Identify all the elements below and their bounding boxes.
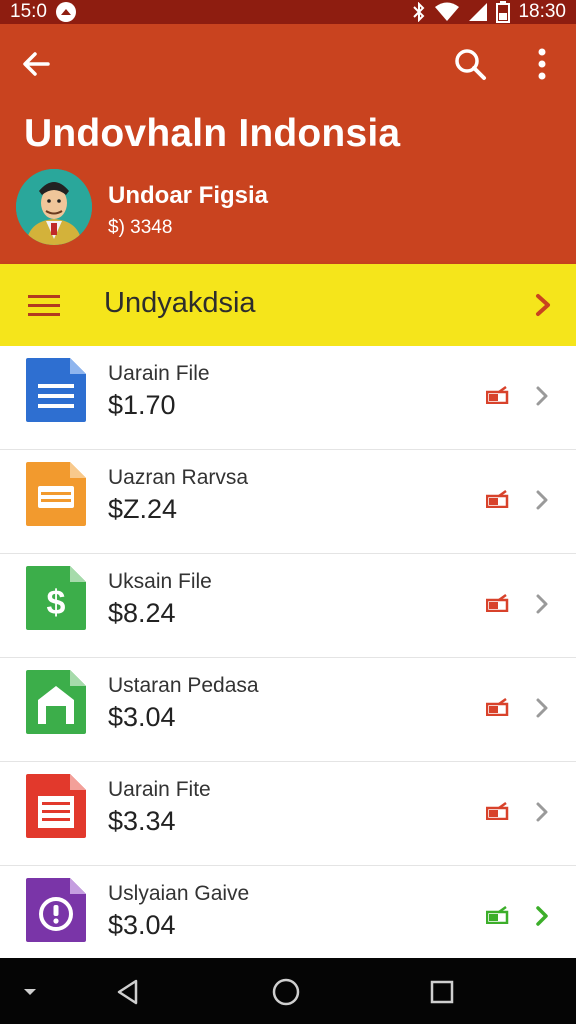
chevron-right-icon[interactable] xyxy=(532,592,552,616)
purple-alert-icon xyxy=(26,878,86,942)
item-price: $8.24 xyxy=(108,598,176,628)
list-item[interactable]: Uarain File $1.70 xyxy=(0,346,576,450)
banner-label: Undyakdsia xyxy=(104,287,256,319)
item-name: Uazran Rarvsa xyxy=(108,466,249,489)
status-time-right: 18:30 xyxy=(518,1,566,22)
back-arrow-icon[interactable] xyxy=(14,42,58,86)
status-tag-icon xyxy=(485,385,510,405)
dropdown-icon[interactable] xyxy=(14,976,46,1008)
more-vert-icon[interactable] xyxy=(520,42,564,86)
bluetooth-icon xyxy=(412,2,426,22)
status-bar: 15:0 18:30 xyxy=(0,0,576,24)
system-nav-bar xyxy=(0,958,576,1024)
svg-text:$: $ xyxy=(47,584,66,622)
item-name: Uksain File xyxy=(108,570,212,593)
green-home-icon xyxy=(26,670,86,734)
item-name: Ustaran Pedasa xyxy=(108,674,259,697)
app-header: Undovhaln Indonsia Undoar Figsia $) 3348 xyxy=(0,24,576,264)
signal-icon xyxy=(468,2,488,22)
list-item[interactable]: $ Uksain File $8.24 xyxy=(0,554,576,658)
item-price: $3.04 xyxy=(108,910,176,940)
account-name: Undoar Figsia xyxy=(108,182,269,209)
green-dollar-icon: $ xyxy=(26,566,86,630)
status-tag-icon xyxy=(485,489,510,509)
orange-doc-icon xyxy=(26,462,86,526)
list-item[interactable]: Uslyaian Gaive $3.04 xyxy=(0,866,576,970)
list-item[interactable]: Uarain Fite $3.34 xyxy=(0,762,576,866)
item-price: $3.04 xyxy=(108,702,176,732)
item-name: Uarain File xyxy=(108,362,210,385)
category-banner[interactable]: Undyakdsia xyxy=(0,264,576,346)
item-name: Uarain Fite xyxy=(108,778,211,801)
account-amount: $) 3348 xyxy=(108,217,173,238)
chevron-right-icon[interactable] xyxy=(532,696,552,720)
status-tag-icon xyxy=(485,905,510,925)
recents-square-icon[interactable] xyxy=(426,976,458,1008)
status-tag-icon xyxy=(485,801,510,821)
item-name: Uslyaian Gaive xyxy=(108,882,250,905)
list-item[interactable]: Ustaran Pedasa $3.04 xyxy=(0,658,576,762)
chevron-right-icon[interactable] xyxy=(532,904,552,928)
item-price: $1.70 xyxy=(108,390,176,420)
blue-doc-icon xyxy=(26,358,86,422)
chevron-right-icon[interactable] xyxy=(532,384,552,408)
status-time-left: 15:0 xyxy=(10,1,47,22)
file-list: Uarain File $1.70 Uazran Rarvsa $Z.24 $ … xyxy=(0,346,576,970)
hamburger-icon[interactable] xyxy=(26,291,62,319)
page-title: Undovhaln Indonsia xyxy=(24,112,401,155)
home-circle-icon[interactable] xyxy=(270,976,302,1008)
avatar[interactable] xyxy=(16,169,92,245)
chevron-right-icon[interactable] xyxy=(532,800,552,824)
item-price: $Z.24 xyxy=(108,494,178,524)
status-tag-icon xyxy=(485,593,510,613)
wifi-icon xyxy=(434,2,460,22)
app-icon xyxy=(55,1,77,23)
item-price: $3.34 xyxy=(108,806,176,836)
battery-icon xyxy=(496,1,511,23)
status-tag-icon xyxy=(485,697,510,717)
list-item[interactable]: Uazran Rarvsa $Z.24 xyxy=(0,450,576,554)
chevron-right-icon[interactable] xyxy=(530,291,556,319)
search-icon[interactable] xyxy=(448,42,492,86)
chevron-right-icon[interactable] xyxy=(532,488,552,512)
back-triangle-icon[interactable] xyxy=(112,976,144,1008)
red-doc-icon xyxy=(26,774,86,838)
